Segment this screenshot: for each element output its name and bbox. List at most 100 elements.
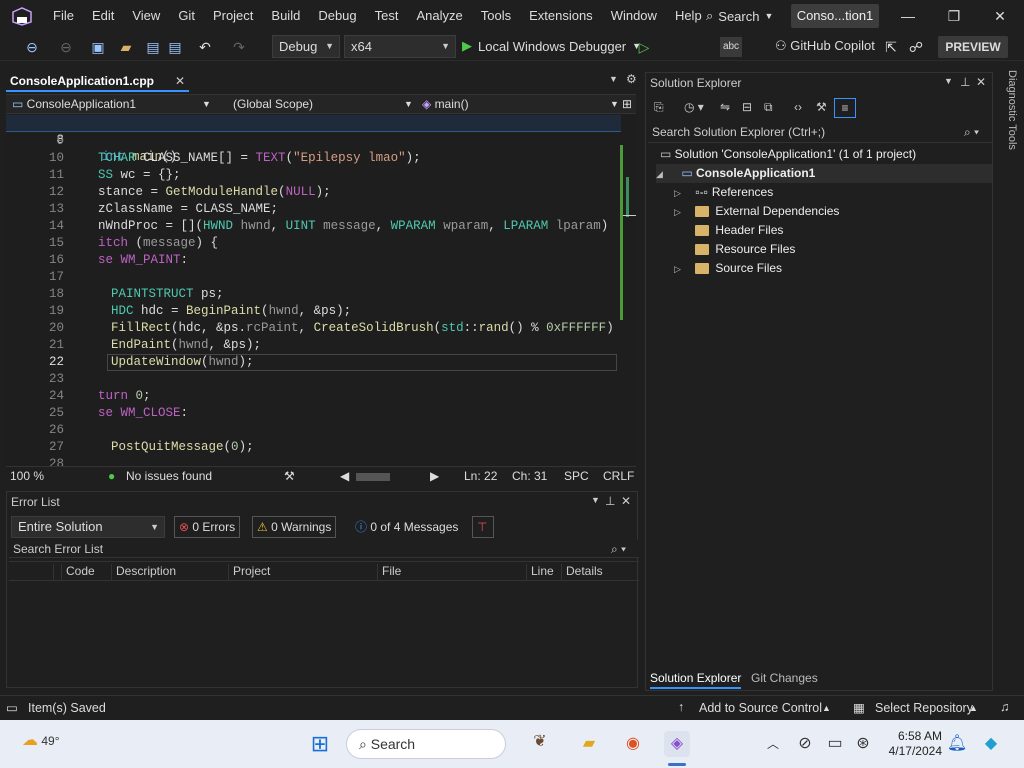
search-icon[interactable]: ⌕ ▾ — [611, 540, 626, 558]
maximize-icon[interactable]: ❐ — [944, 6, 964, 26]
file-explorer-icon[interactable]: ▰ — [576, 731, 602, 757]
search-highlight-icon[interactable]: ❦ — [520, 729, 560, 759]
switch-views-icon[interactable]: ⎘ — [654, 100, 664, 115]
add-to-source-control-button[interactable]: Add to Source Control — [699, 701, 822, 715]
tree-item-references[interactable]: ▷ ▫-▫ References — [674, 183, 773, 202]
error-list-search-input[interactable]: Search Error List ⌕ ▾ — [9, 540, 639, 558]
display-icon[interactable]: ▭ — [822, 731, 848, 757]
code-view-icon[interactable]: ‹› — [794, 100, 802, 114]
save-all-icon[interactable]: ▤ — [166, 37, 184, 57]
filter-icon[interactable]: ⊤ — [472, 516, 494, 538]
member-nav-dropdown[interactable]: ◈ main() — [422, 96, 469, 114]
share-icon[interactable]: ⇱ — [883, 37, 899, 57]
window-options-icon[interactable]: ▼ — [944, 76, 953, 86]
tree-item-external-dependencies[interactable]: ▷ External Dependencies — [674, 202, 839, 221]
window-options-icon[interactable]: ▼ — [591, 495, 600, 505]
clock[interactable]: 6:58 AM 4/17/2024 — [884, 729, 942, 759]
column-line[interactable]: Line — [526, 564, 554, 580]
column-description[interactable]: Description — [111, 564, 176, 580]
notification-bell-icon[interactable]: 🔔︎ — [944, 731, 970, 757]
column-file[interactable]: File — [377, 564, 401, 580]
platform-dropdown[interactable]: x64 ▼ — [344, 35, 456, 58]
properties-icon[interactable]: ⚒ — [816, 100, 827, 114]
chevron-up-icon[interactable]: ︿ — [760, 731, 786, 757]
vertical-scrollbar[interactable] — [623, 115, 636, 466]
menu-analyze[interactable]: Analyze — [407, 8, 471, 23]
collapsed-icon[interactable]: ▷ — [674, 203, 686, 222]
scope-nav-dropdown[interactable]: (Global Scope) — [233, 96, 313, 114]
sticky-scroll-line[interactable]: 8 int main() — [6, 115, 621, 164]
tab-solution-explorer[interactable]: Solution Explorer — [650, 671, 742, 689]
column-details[interactable]: Details — [561, 564, 603, 580]
configuration-dropdown[interactable]: Debug ▼ — [272, 35, 340, 58]
spell-check-icon[interactable]: abc — [720, 37, 742, 57]
start-without-debugging-icon[interactable]: ▷ — [636, 37, 652, 57]
visual-studio-taskbar-icon[interactable]: ◈ — [664, 731, 690, 757]
collapsed-icon[interactable]: ▷ — [674, 260, 686, 279]
redo-icon[interactable]: ↷ — [230, 37, 248, 57]
tree-item-resource-files[interactable]: Resource Files — [674, 240, 795, 259]
column-code[interactable]: Code — [61, 564, 95, 580]
history-icon[interactable]: ◷ ▾ — [684, 100, 704, 114]
github-copilot-button[interactable]: ⚇ GitHub Copilot — [775, 38, 875, 54]
split-view-icon[interactable]: ⊞ — [622, 96, 632, 114]
open-folder-icon[interactable]: ▰ — [118, 37, 134, 57]
zoom-level[interactable]: 100 % — [10, 469, 44, 483]
menu-view[interactable]: View — [123, 8, 169, 23]
windows-start-icon[interactable]: ⊞ — [307, 731, 333, 757]
copilot-taskbar-icon[interactable]: ◆ — [978, 731, 1004, 757]
menu-project[interactable]: Project — [204, 8, 262, 23]
firefox-icon[interactable]: ◉ — [620, 731, 646, 757]
taskbar-search-box[interactable]: ⌕ Search — [346, 729, 506, 759]
project-nav-dropdown[interactable]: ▭ ConsoleApplication1 — [12, 96, 136, 114]
horizontal-scroll-thumb[interactable] — [356, 473, 390, 481]
expanded-icon[interactable]: ◢ — [656, 165, 668, 184]
solution-name-badge[interactable]: Conso...tion1 — [791, 4, 879, 28]
collapsed-icon[interactable]: ▷ — [674, 184, 686, 203]
show-all-files-icon[interactable]: ⧉ — [764, 100, 773, 115]
pin-icon[interactable]: ⊥ — [605, 494, 615, 508]
gear-icon[interactable]: ⚙ — [626, 72, 637, 86]
pin-icon[interactable]: ⊥ — [960, 75, 970, 89]
new-project-icon[interactable]: ▣ — [88, 37, 108, 57]
back-icon[interactable]: ⊖ — [22, 37, 42, 57]
line-ending-indicator[interactable]: CRLF — [603, 469, 634, 483]
solution-explorer-search-input[interactable]: Search Solution Explorer (Ctrl+;) ⌕ ▾ — [648, 123, 992, 143]
code-editor[interactable]: 8 int main() 9 10 TCHAR CLASS_NAME[] = TE… — [6, 115, 636, 466]
menu-tools[interactable]: Tools — [472, 8, 520, 23]
collapse-all-icon[interactable]: ⊟ — [742, 100, 752, 114]
column-project[interactable]: Project — [228, 564, 270, 580]
tab-git-changes[interactable]: Git Changes — [751, 671, 818, 685]
close-panel-icon[interactable]: ✕ — [621, 494, 631, 508]
tree-item-project[interactable]: ◢ ▭ ConsoleApplication1 — [656, 164, 992, 183]
warnings-filter-button[interactable]: ⚠ 0 Warnings — [252, 516, 337, 538]
menu-git[interactable]: Git — [169, 8, 204, 23]
messages-filter-button[interactable]: ⓘ 0 of 4 Messages — [350, 516, 463, 538]
tab-diagnostic-tools[interactable]: Diagnostic Tools — [998, 70, 1018, 170]
select-repository-button[interactable]: Select Repository — [875, 701, 973, 715]
issues-status[interactable]: No issues found — [126, 469, 212, 483]
scrollbar-thumb[interactable] — [626, 177, 629, 217]
close-icon[interactable]: ✕ — [990, 6, 1010, 26]
menu-extensions[interactable]: Extensions — [520, 8, 602, 23]
minimize-icon[interactable]: — — [898, 6, 918, 26]
search-button[interactable]: ⌕ Search ▼ — [700, 6, 779, 26]
scope-dropdown[interactable]: Entire Solution ▼ — [11, 516, 165, 538]
tree-item-header-files[interactable]: Header Files — [674, 221, 783, 240]
menu-window[interactable]: Window — [602, 8, 666, 23]
undo-icon[interactable]: ↶ — [196, 37, 214, 57]
menu-build[interactable]: Build — [262, 8, 309, 23]
notifications-icon[interactable]: ♫ — [1000, 700, 1009, 714]
search-icon[interactable]: ⌕ ▾ — [964, 123, 979, 141]
feedback-icon[interactable]: ☍ — [908, 37, 924, 57]
close-panel-icon[interactable]: ✕ — [976, 75, 986, 89]
network-icon[interactable]: ⊘ — [792, 731, 818, 757]
menu-debug[interactable]: Debug — [309, 8, 365, 23]
close-tab-icon[interactable]: ✕ — [175, 72, 185, 90]
sync-icon[interactable]: ⇋ — [720, 100, 730, 114]
weather-widget[interactable]: ☁ 49° — [22, 730, 60, 750]
tab-consoleapplication1-cpp[interactable]: ConsoleApplication1.cpp ✕ — [6, 72, 189, 92]
tree-item-solution[interactable]: ▭ Solution 'ConsoleApplication1' (1 of 1… — [660, 145, 916, 164]
menu-edit[interactable]: Edit — [83, 8, 123, 23]
cleanup-icon[interactable]: ⚒ — [284, 469, 295, 483]
